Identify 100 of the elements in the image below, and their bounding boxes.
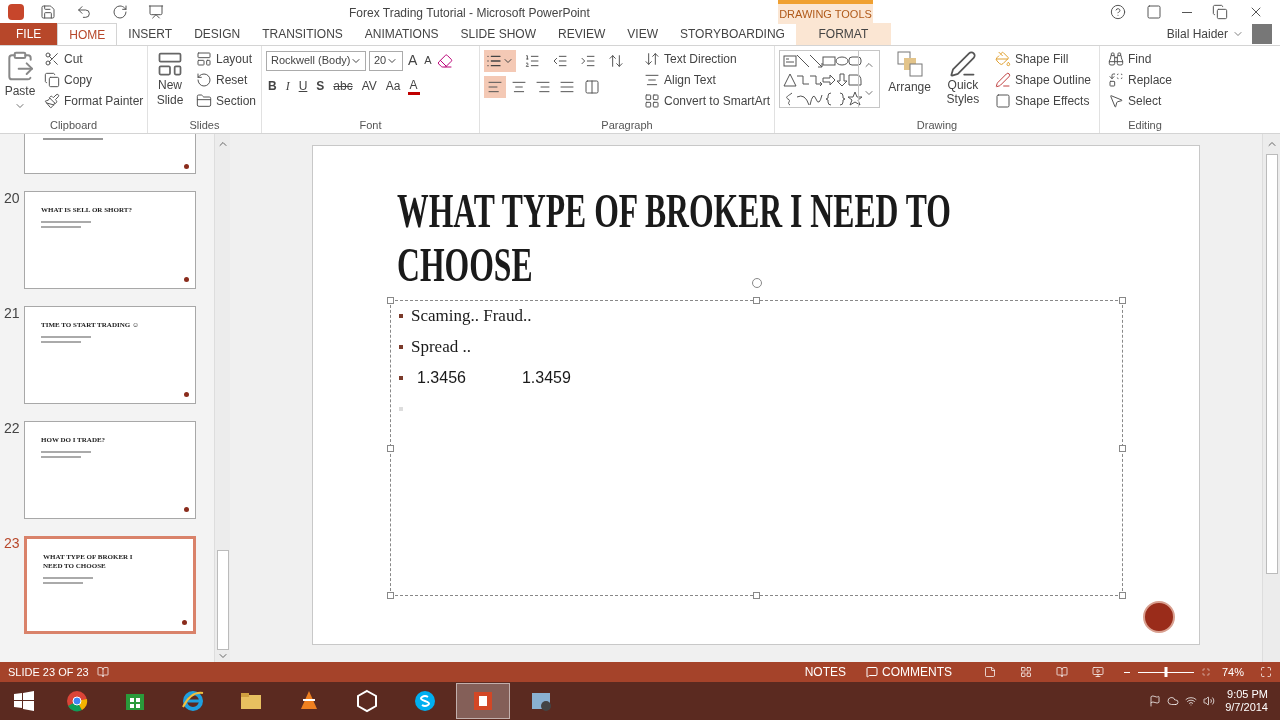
rrect-shape-icon[interactable]	[847, 53, 864, 69]
resize-handle[interactable]	[1119, 297, 1126, 304]
zoom-thumb[interactable]	[1164, 666, 1168, 677]
grow-font-button[interactable]: A	[406, 50, 420, 71]
slide-scrollbar[interactable]	[1262, 134, 1280, 662]
paintbrush-icon	[44, 93, 60, 109]
ribbon-tab[interactable]: VIEW	[616, 23, 669, 45]
resize-handle[interactable]	[387, 592, 394, 599]
arrange-button[interactable]: Arrange	[884, 50, 935, 117]
comments-button[interactable]: COMMENTS	[861, 663, 956, 681]
ribbon-tab[interactable]: STORYBOARDING	[669, 23, 796, 45]
scroll-thumb[interactable]	[1265, 154, 1278, 574]
align-button[interactable]	[484, 76, 506, 98]
ribbon-tab[interactable]: TRANSITIONS	[251, 23, 354, 45]
star-shape-icon[interactable]	[847, 91, 864, 107]
ribbon-tab[interactable]: DESIGN	[183, 23, 252, 45]
rarrow-shape-icon[interactable]	[821, 72, 838, 88]
select-button[interactable]: Select	[1104, 92, 1177, 110]
layout-button[interactable]: Layout	[192, 50, 261, 68]
cloud-icon	[1167, 695, 1180, 707]
paste-button[interactable]: Paste	[4, 50, 36, 117]
zoom-percent[interactable]: 74%	[1221, 663, 1244, 681]
new-slide-icon	[156, 50, 184, 78]
slide-counter: SLIDE 23 OF 23	[8, 664, 89, 680]
bullet-text: 1.3456	[417, 367, 466, 388]
slide-title[interactable]: WHAT TYPE OF BROKER I NEED TO CHOOSE	[397, 184, 978, 292]
ie-app-icon	[181, 689, 205, 713]
format-painter-button[interactable]: Format Painter	[40, 92, 148, 110]
copy-button[interactable]: Copy	[40, 71, 148, 89]
shape-outline-button[interactable]: Shape Outline	[990, 71, 1095, 89]
powerpoint-app-icon	[471, 689, 495, 713]
ribbon-tab[interactable]: FORMAT	[795, 23, 891, 45]
notes-button[interactable]: NOTES	[800, 663, 850, 681]
avatar-icon	[1252, 24, 1272, 44]
scroll-thumb[interactable]	[216, 550, 229, 650]
undo-icon	[76, 4, 92, 20]
resize-handle[interactable]	[753, 592, 760, 599]
resize-handle[interactable]	[387, 297, 394, 304]
skype-app-icon	[413, 689, 437, 713]
text-box[interactable]: Scaming.. Fraud.. Spread .. 1.3456 1.3459	[390, 300, 1123, 596]
rect-shape-icon[interactable]	[821, 53, 838, 69]
format-button[interactable]: B	[266, 77, 279, 95]
slideshow-icon	[1091, 666, 1104, 678]
font-size-field[interactable]: 20	[369, 50, 403, 71]
section-button[interactable]: Section	[192, 92, 261, 110]
text-direction-button[interactable]: Text Direction	[640, 50, 775, 68]
triangle-shape-icon[interactable]	[782, 72, 798, 88]
shape-fill-button[interactable]: Shape Fill	[990, 50, 1095, 68]
cut-button[interactable]: Cut	[40, 50, 148, 68]
clock-time[interactable]: 9:05 PM	[1227, 688, 1268, 701]
font-name-field[interactable]: Rockwell (Body)	[266, 50, 366, 71]
reset-button[interactable]: Reset	[192, 71, 261, 89]
user-name[interactable]: Bilal Haider	[1166, 25, 1228, 43]
resize-handle[interactable]	[753, 297, 760, 304]
font-color-button[interactable]: A	[407, 77, 420, 95]
ribbon-tab[interactable]: HOME	[57, 23, 118, 45]
format-button[interactable]: abc	[331, 77, 355, 95]
line-shape-icon[interactable]	[795, 53, 812, 69]
group-label: Paragraph	[601, 119, 653, 131]
new-slide-button[interactable]: New Slide	[152, 50, 188, 117]
resize-handle[interactable]	[1119, 445, 1126, 452]
replace-button[interactable]: Replace	[1104, 71, 1177, 89]
book-icon	[1055, 666, 1068, 678]
slide-number: 23	[3, 536, 21, 553]
align-text-button[interactable]: Align Text	[640, 71, 775, 89]
slide-thumbnail[interactable]	[24, 134, 196, 174]
clock-date[interactable]: 9/7/2014	[1225, 701, 1268, 714]
ribbon-tab[interactable]: REVIEW	[546, 23, 617, 45]
spelling-icon	[96, 666, 109, 678]
resize-handle[interactable]	[1119, 592, 1126, 599]
text-direction-icon	[644, 51, 660, 67]
format-button[interactable]: AV	[359, 77, 379, 95]
ribbon-tab[interactable]: INSERT	[117, 23, 184, 45]
thumbnail-scrollbar[interactable]	[214, 134, 230, 662]
shrink-font-button[interactable]: A	[422, 52, 434, 69]
powerpoint-logo-icon	[8, 4, 24, 20]
format-button[interactable]: S	[314, 77, 327, 95]
arrow-shape-icon[interactable]	[808, 53, 825, 69]
resize-handle[interactable]	[387, 445, 394, 452]
bullets-button[interactable]	[484, 50, 516, 72]
ribbon-tab[interactable]: SLIDE SHOW	[449, 23, 547, 45]
find-button[interactable]: Find	[1104, 50, 1177, 68]
format-button[interactable]: I	[283, 77, 292, 95]
group-label: Clipboard	[49, 119, 98, 131]
bullet-icon	[399, 313, 403, 318]
ribbon-tab[interactable]: ANIMATIONS	[353, 23, 450, 45]
convert-smartart-button[interactable]: Convert to SmartArt	[640, 92, 775, 110]
format-button[interactable]: U	[296, 77, 310, 95]
ribbon-tab[interactable]: FILE	[0, 23, 58, 45]
pointer-icon	[1108, 93, 1124, 109]
shape-effects-button[interactable]: Shape Effects	[990, 92, 1095, 110]
taskbar-app[interactable]	[456, 683, 510, 719]
elbowarrow-shape-icon[interactable]	[808, 72, 825, 88]
quick-styles-button[interactable]: Quick Styles	[938, 50, 987, 117]
text-placeholder-line	[41, 456, 81, 458]
indent-increase-icon	[580, 53, 596, 69]
format-button[interactable]: Aa	[383, 77, 403, 95]
ellipse-shape-icon[interactable]	[834, 53, 851, 69]
group-label: Editing	[1128, 119, 1162, 131]
align-icon	[559, 79, 575, 95]
